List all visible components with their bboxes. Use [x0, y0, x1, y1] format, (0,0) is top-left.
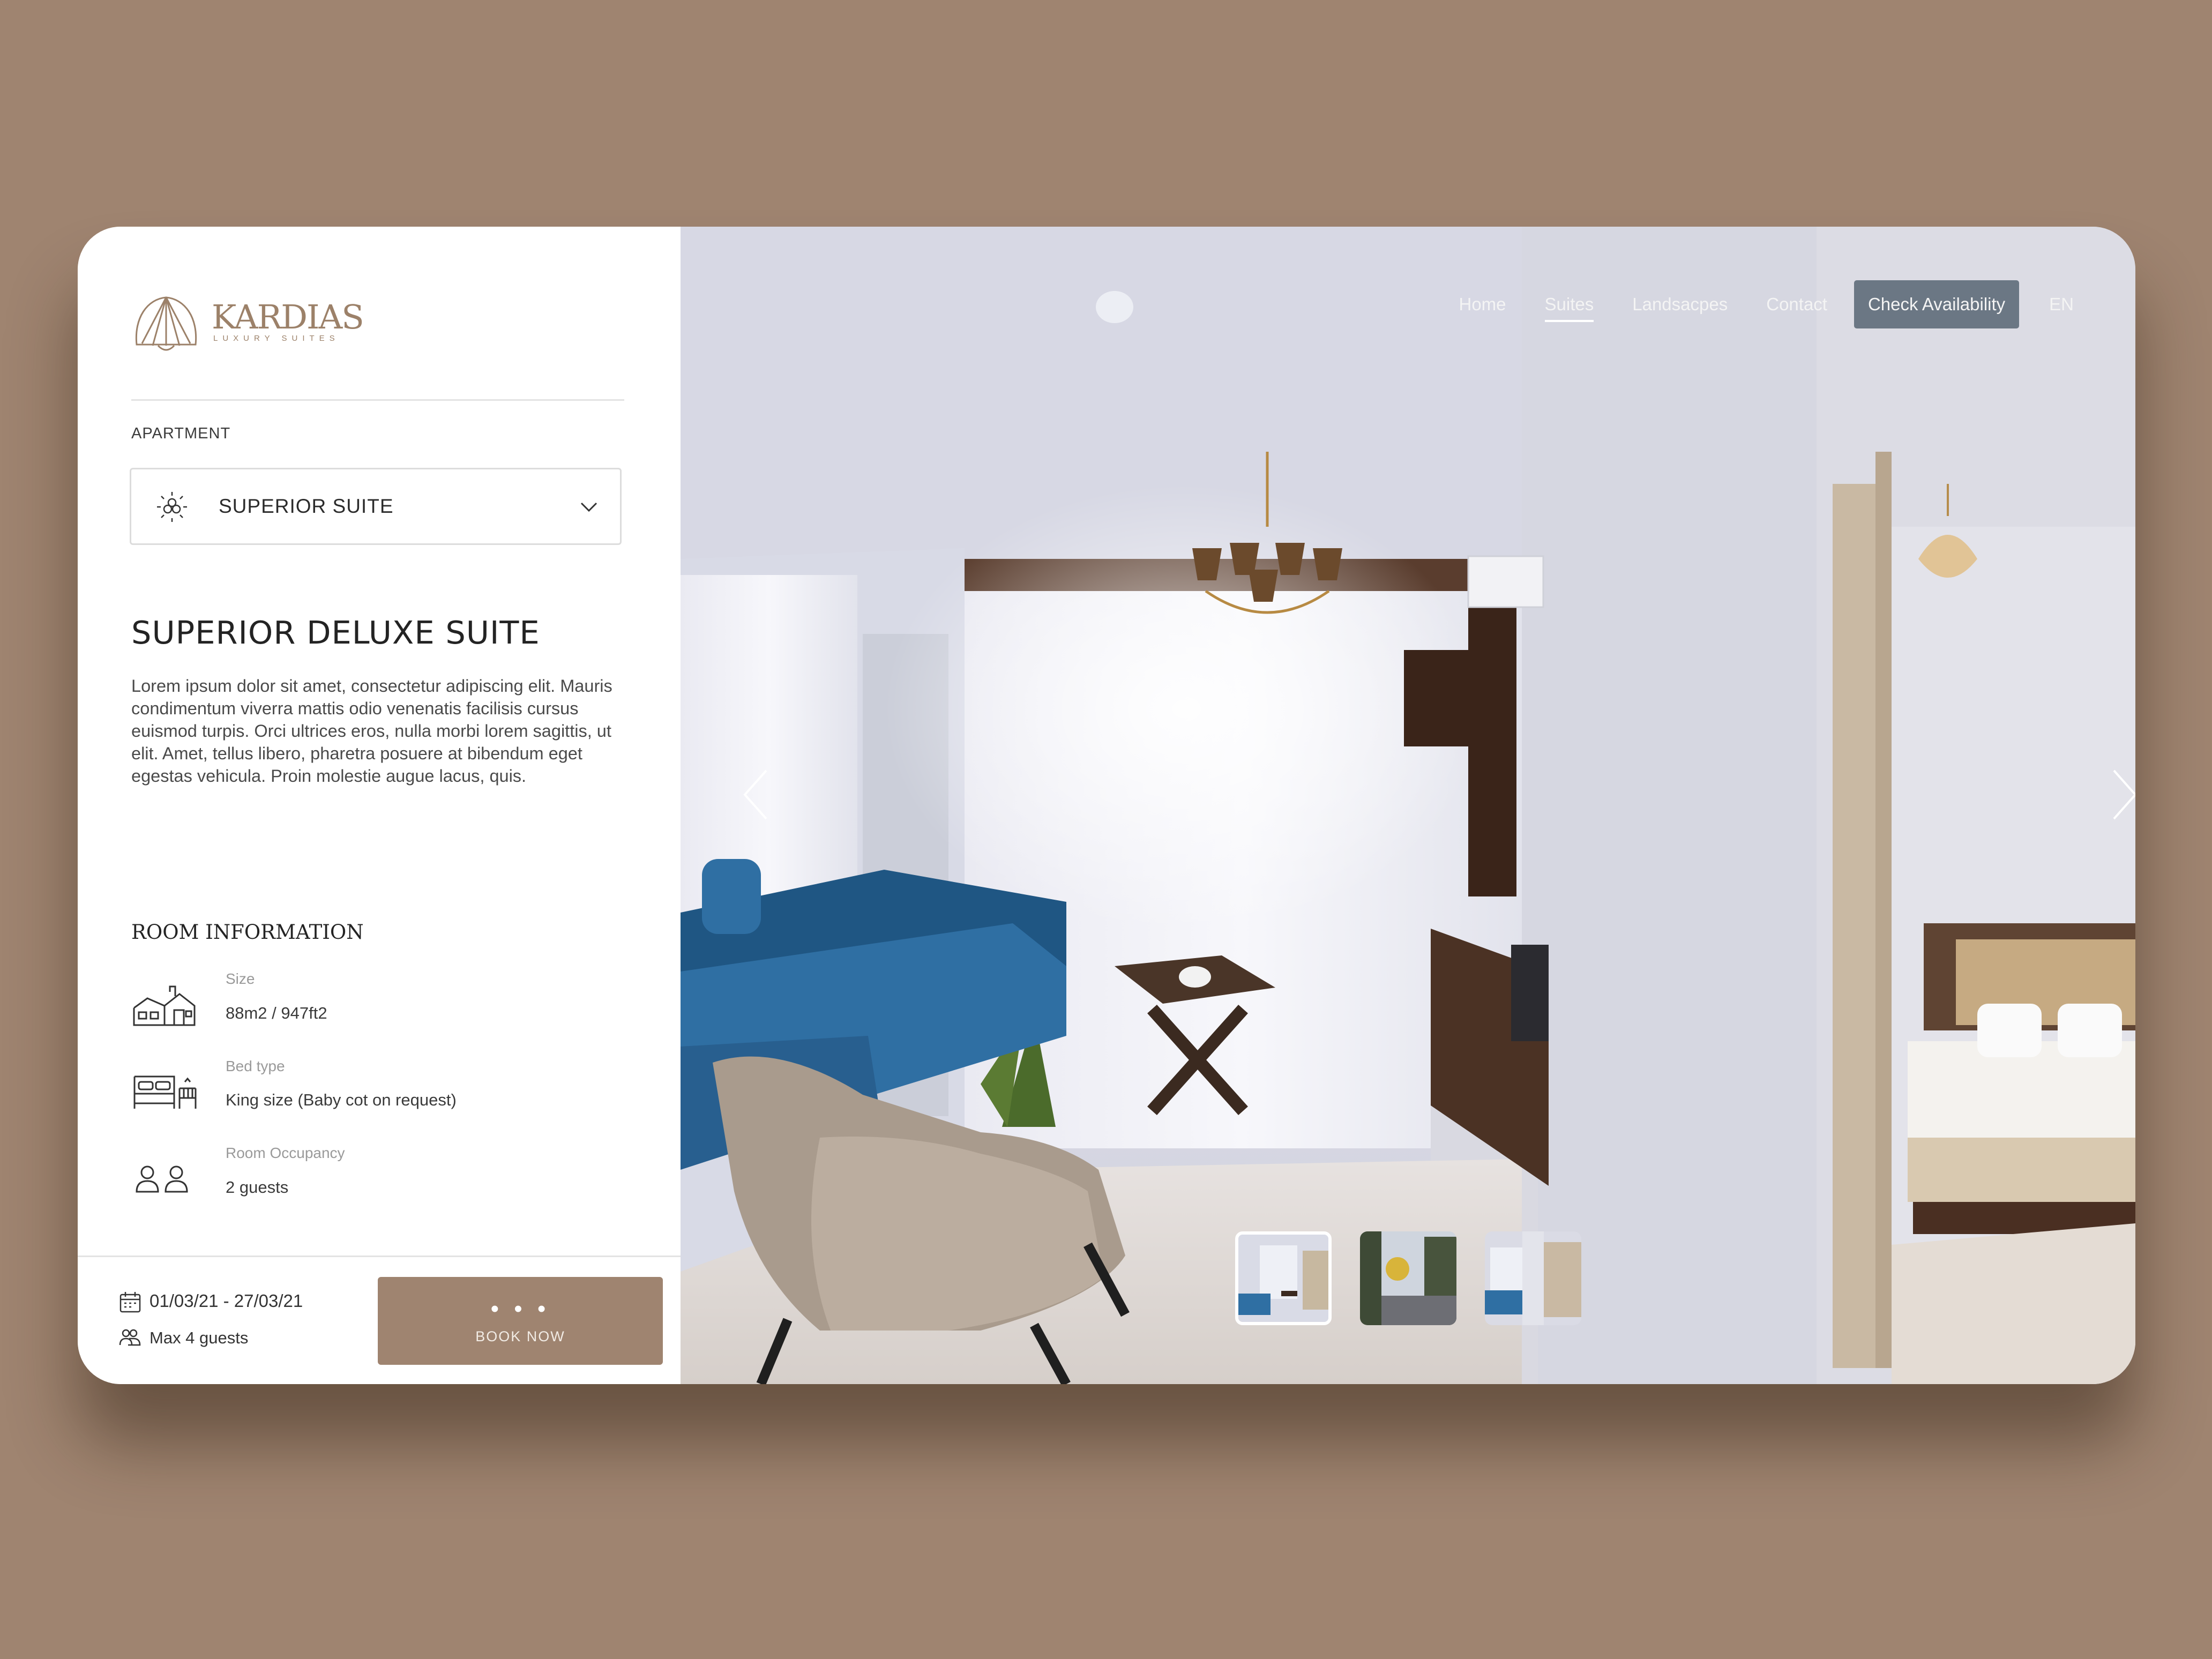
book-now-label: BOOK NOW	[475, 1328, 565, 1344]
size-value: 88m2 / 947ft2	[226, 1004, 327, 1022]
apartment-label: APARTMENT	[131, 425, 231, 442]
calendar-icon	[119, 1292, 141, 1313]
room-info-title: ROOM INFORMATION	[131, 921, 364, 944]
book-now-button[interactable]: • • • BOOK NOW	[378, 1277, 663, 1365]
sun-icon	[157, 492, 187, 522]
bed-type-label: Bed type	[226, 1058, 285, 1074]
house-icon	[133, 985, 196, 1026]
footer-divider	[78, 1256, 681, 1257]
occupancy-value: 2 guests	[226, 1178, 289, 1197]
apartment-select[interactable]: SUPERIOR SUITE	[130, 468, 622, 545]
bed-type-value: King size (Baby cot on request)	[226, 1090, 457, 1109]
loading-dots: • • •	[490, 1296, 550, 1322]
nav-suites[interactable]: Suites	[1544, 294, 1594, 322]
details-panel: KARDIAS LUXURY SUITES APARTMENT SUPERIOR…	[78, 227, 681, 1384]
suite-title: SUPERIOR DELUXE SUITE	[131, 614, 540, 651]
brand-name: KARDIAS	[212, 297, 364, 337]
size-label: Size	[226, 970, 255, 987]
suite-photo: Home Suites Landsacpes Contact Check Ava…	[681, 227, 2135, 1384]
language-switch[interactable]: EN	[2049, 294, 2074, 315]
max-guests[interactable]: Max 4 guests	[150, 1328, 248, 1348]
chevron-down-icon	[580, 502, 597, 512]
gallery-thumbnails	[1235, 1231, 1586, 1328]
nav-landscapes[interactable]: Landsacpes	[1632, 294, 1728, 315]
check-availability-button[interactable]: Check Availability	[1854, 280, 2020, 328]
chevron-right-icon[interactable]	[2109, 765, 2135, 824]
thumbnail-1[interactable]	[1235, 1231, 1332, 1325]
apartment-select-value: SUPERIOR SUITE	[219, 495, 394, 517]
guests-icon	[136, 1165, 188, 1193]
room-photo-illustration	[681, 227, 2135, 1384]
divider	[131, 399, 624, 401]
thumbnail-2[interactable]	[1360, 1231, 1456, 1325]
booking-dates[interactable]: 01/03/21 - 27/03/21	[150, 1291, 303, 1311]
group-icon	[119, 1329, 141, 1346]
nav-home[interactable]: Home	[1459, 294, 1506, 315]
suite-description: Lorem ipsum dolor sit amet, consectetur …	[131, 676, 612, 786]
bed-icon	[133, 1075, 197, 1109]
occupancy-label: Room Occupancy	[226, 1145, 345, 1161]
thumbnail-3[interactable]	[1485, 1231, 1581, 1325]
nav-contact[interactable]: Contact	[1766, 294, 1827, 315]
suite-card: KARDIAS LUXURY SUITES APARTMENT SUPERIOR…	[78, 227, 2135, 1384]
brand-tagline: LUXURY SUITES	[213, 334, 340, 343]
top-navigation: Home Suites Landsacpes Contact Check Ava…	[1421, 280, 2074, 328]
chevron-left-icon[interactable]	[739, 765, 772, 824]
